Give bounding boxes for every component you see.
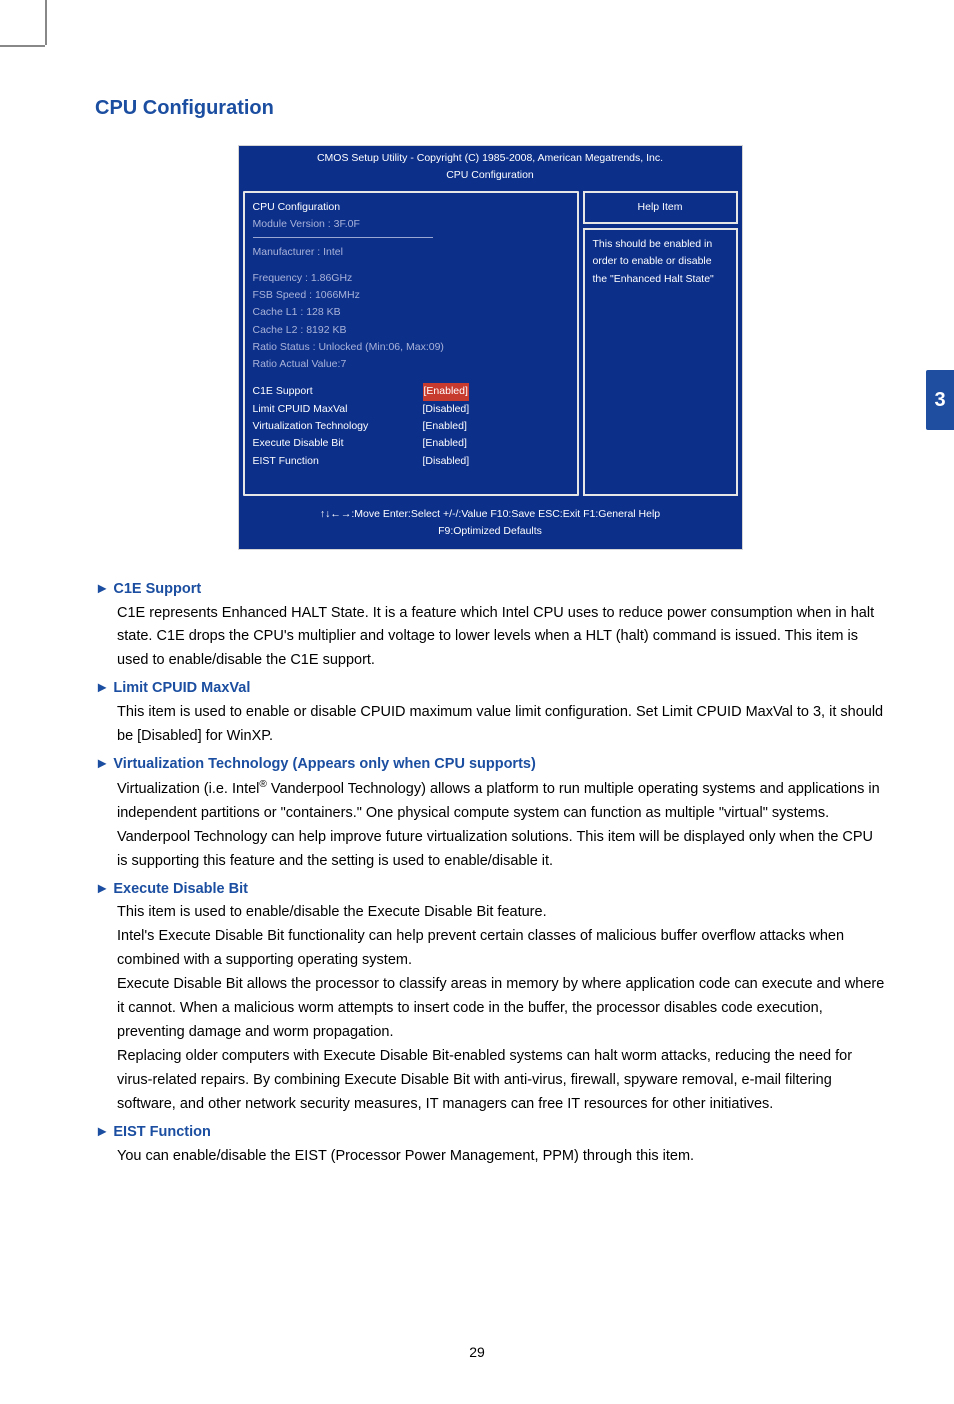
bios-module-version: Module Version : 3F.0F [253, 216, 569, 233]
chapter-tab: 3 [926, 370, 954, 430]
crop-mark-horizontal [0, 45, 45, 47]
page-number: 29 [0, 1341, 954, 1364]
bios-section-title: CPU Configuration [253, 199, 569, 216]
registered-mark: ® [259, 779, 266, 790]
bios-setting-row[interactable]: Limit CPUID MaxVal [Disabled] [253, 401, 569, 418]
bios-spec: Ratio Actual Value:7 [253, 356, 569, 373]
edb-p4: Replacing older computers with Execute D… [117, 1045, 885, 1117]
crop-mark-vertical [45, 0, 47, 45]
bios-setting-value: [Disabled] [423, 453, 470, 470]
divider [253, 237, 433, 238]
bios-spec: Ratio Status : Unlocked (Min:06, Max:09) [253, 339, 569, 356]
bios-setting-label: Execute Disable Bit [253, 435, 423, 452]
bios-main-panel: CPU Configuration Module Version : 3F.0F… [243, 191, 579, 496]
bios-setting-row[interactable]: Execute Disable Bit [Enabled] [253, 435, 569, 452]
bios-spec: Frequency : 1.86GHz [253, 270, 569, 287]
edb-p1: This item is used to enable/disable the … [117, 901, 885, 925]
bios-setting-row[interactable]: Virtualization Technology [Enabled] [253, 418, 569, 435]
bios-header-subtitle: CPU Configuration [245, 167, 736, 184]
section-body: C1E represents Enhanced HALT State. It i… [117, 602, 885, 674]
bios-spec: Cache L2 : 8192 KB [253, 322, 569, 339]
bios-help-body: This should be enabled in order to enabl… [583, 228, 738, 496]
bios-setting-label: Limit CPUID MaxVal [253, 401, 423, 418]
bios-setting-row[interactable]: EIST Function [Disabled] [253, 453, 569, 470]
bios-setting-value: [Enabled] [423, 435, 467, 452]
bios-setting-label: C1E Support [253, 383, 423, 400]
bios-setting-value: [Disabled] [423, 401, 470, 418]
bios-setting-label: Virtualization Technology [253, 418, 423, 435]
vt-body-pre: Virtualization (i.e. Intel [117, 781, 259, 797]
section-body: Virtualization (i.e. Intel® Vanderpool T… [117, 777, 885, 874]
bios-spec: Cache L1 : 128 KB [253, 304, 569, 321]
section-body: This item is used to enable/disable the … [117, 901, 885, 1116]
bios-footer-keys2: F9:Optimized Defaults [243, 523, 738, 540]
edb-p3: Execute Disable Bit allows the processor… [117, 973, 885, 1045]
bios-header-copyright: CMOS Setup Utility - Copyright (C) 1985-… [245, 150, 736, 167]
bios-help-title: Help Item [583, 191, 738, 224]
section-body: This item is used to enable or disable C… [117, 701, 885, 749]
bios-setting-value: [Enabled] [423, 383, 469, 400]
bios-setting-value: [Enabled] [423, 418, 467, 435]
section-heading-edb: ► Execute Disable Bit [95, 878, 885, 902]
section-heading-eist: ► EIST Function [95, 1121, 885, 1145]
edb-p2: Intel's Execute Disable Bit functionalit… [117, 925, 885, 973]
bios-manufacturer: Manufacturer : Intel [253, 244, 569, 261]
bios-setting-row[interactable]: C1E Support [Enabled] [253, 383, 569, 400]
section-body: You can enable/disable the EIST (Process… [117, 1145, 885, 1169]
section-heading-vt: ► Virtualization Technology (Appears onl… [95, 753, 885, 777]
bios-footer-keys: ↑↓←→:Move Enter:Select +/-/:Value F10:Sa… [243, 506, 738, 523]
bios-window: CMOS Setup Utility - Copyright (C) 1985-… [238, 145, 743, 550]
section-heading-c1e: ► C1E Support [95, 578, 885, 602]
bios-setting-label: EIST Function [253, 453, 423, 470]
page-title: CPU Configuration [95, 92, 885, 125]
section-heading-limit: ► Limit CPUID MaxVal [95, 677, 885, 701]
bios-spec: FSB Speed : 1066MHz [253, 287, 569, 304]
